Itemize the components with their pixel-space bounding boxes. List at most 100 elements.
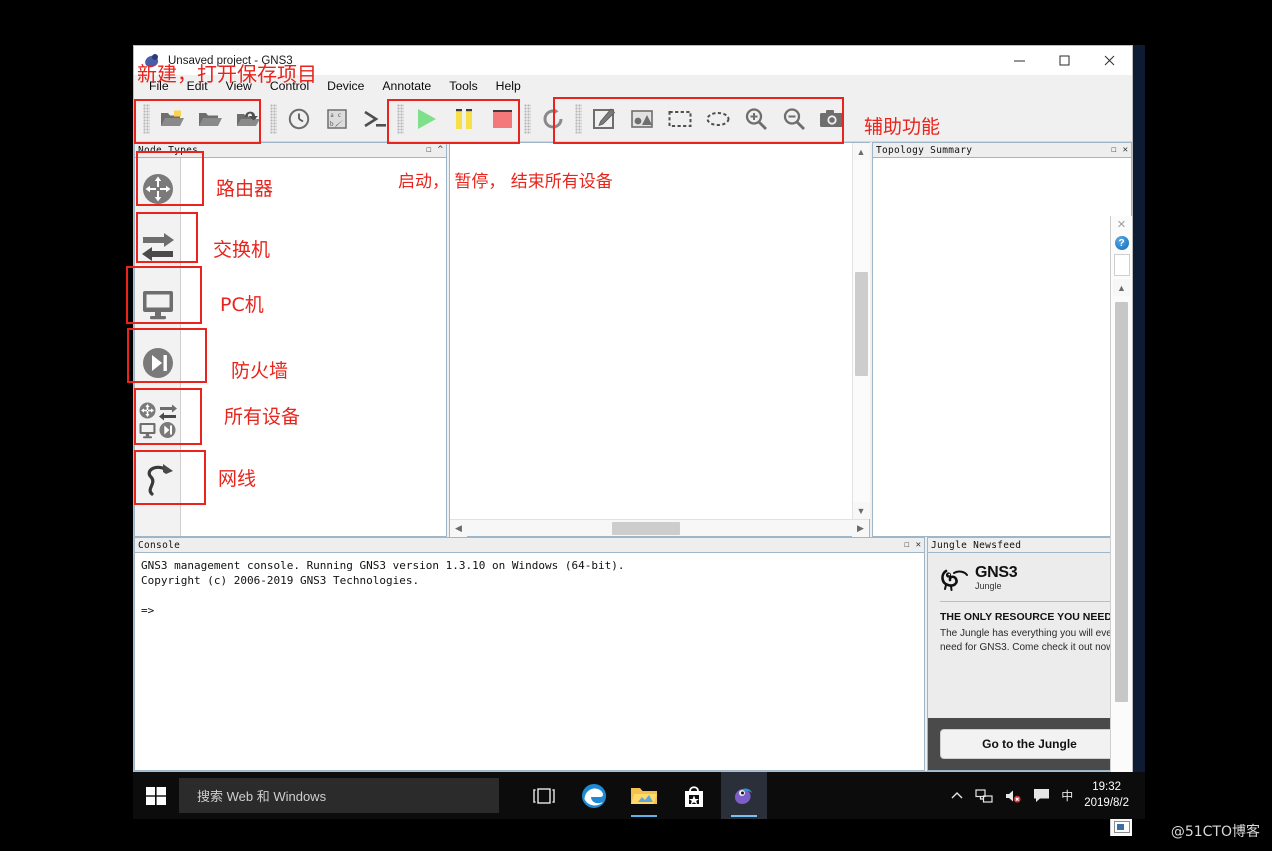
tray-ime[interactable]: 中 — [1061, 787, 1073, 804]
menu-view[interactable]: View — [217, 77, 261, 95]
tray-network[interactable] — [975, 788, 993, 804]
start-all-icon[interactable] — [407, 102, 445, 136]
action-center-icon — [1034, 789, 1050, 802]
node-switches[interactable] — [136, 218, 180, 276]
console-output[interactable]: GNS3 management console. Running GNS3 ve… — [134, 552, 925, 771]
tray-action-center[interactable] — [1033, 788, 1050, 803]
screenshot-edit-icon[interactable]: a c b — [318, 102, 356, 136]
topology-canvas[interactable] — [450, 143, 852, 519]
canvas-hscroll-thumb[interactable] — [612, 521, 680, 535]
zoom-out-icon[interactable] — [775, 102, 813, 136]
taskbar-store[interactable] — [671, 772, 717, 819]
canvas-scroll-right-arrow[interactable]: ▶ — [852, 519, 869, 537]
minimize-button[interactable] — [997, 46, 1042, 75]
logo-text: GNS3 Jungle — [975, 565, 1018, 591]
taskbar-buttons — [521, 772, 767, 819]
node-routers[interactable] — [136, 160, 180, 218]
stop-all-icon[interactable] — [483, 102, 521, 136]
toolbar-grip-1[interactable] — [143, 104, 150, 134]
upper-region: Node Types ☐ ^ ▲ ▼ ◀ ▶ Topology Summary … — [134, 142, 1132, 537]
strip-panel-box[interactable] — [1113, 254, 1130, 276]
canvas-hscroll-track[interactable] — [467, 520, 852, 537]
canvas-scroll-down-arrow[interactable]: ▼ — [852, 502, 870, 519]
restore-icon[interactable]: ☐ — [904, 540, 909, 550]
canvas-vertical-scrollbar[interactable]: ▲ ▼ — [852, 143, 870, 519]
task-view-button[interactable] — [521, 772, 567, 819]
insert-image-icon[interactable] — [623, 102, 661, 136]
canvas-vscroll-thumb[interactable] — [854, 272, 868, 376]
window-body: Node Types ☐ ^ ▲ ▼ ◀ ▶ Topology Summary … — [134, 142, 1132, 836]
toolbar-grip-2[interactable] — [270, 104, 277, 134]
taskbar-edge[interactable] — [571, 772, 617, 819]
newsfeed-card: GNS3 Jungle THE ONLY RESOURCE YOU NEED T… — [928, 553, 1131, 718]
go-to-jungle-button[interactable]: Go to the Jungle — [940, 729, 1119, 759]
menu-file[interactable]: File — [140, 77, 178, 95]
canvas-scroll-up-arrow[interactable]: ▲ — [852, 143, 870, 160]
switch-icon — [141, 233, 174, 261]
minimize-panel-icon[interactable] — [1113, 821, 1130, 833]
add-note-icon[interactable] — [585, 102, 623, 136]
gns3-jungle-logo: GNS3 Jungle — [940, 565, 1119, 591]
chameleon-icon — [941, 569, 968, 591]
windows-start-icon[interactable] — [133, 772, 179, 819]
gns3-app-icon — [143, 53, 160, 69]
canvas-horizontal-scrollbar[interactable]: ◀ ▶ — [450, 519, 869, 537]
suspend-all-icon[interactable] — [445, 102, 483, 136]
canvas-scroll-left-arrow[interactable]: ◀ — [450, 519, 467, 537]
topology-canvas-panel: ▲ ▼ ◀ ▶ — [449, 142, 870, 537]
tray-volume[interactable] — [1004, 788, 1022, 804]
tray-show-hidden[interactable] — [950, 789, 964, 803]
strip-scroll-up-arrow[interactable]: ▲ — [1113, 279, 1130, 296]
node-end-devices[interactable] — [136, 276, 180, 334]
chevron-up-icon — [951, 791, 963, 798]
menu-annotate[interactable]: Annotate — [373, 77, 440, 95]
open-project-icon[interactable] — [191, 102, 229, 136]
save-project-icon[interactable] — [229, 102, 267, 136]
new-project-icon[interactable] — [153, 102, 191, 136]
system-tray: 中 19:32 2019/8/2 — [950, 780, 1145, 811]
reload-all-icon[interactable] — [534, 102, 572, 136]
task-view-icon — [533, 787, 555, 804]
newsfeed-body: GNS3 Jungle THE ONLY RESOURCE YOU NEED T… — [927, 552, 1132, 771]
taskbar-gns3[interactable] — [721, 772, 767, 819]
maximize-button[interactable] — [1042, 46, 1087, 75]
taskbar-search-input[interactable]: 搜索 Web 和 Windows — [179, 778, 499, 813]
strip-scroll-track[interactable] — [1111, 296, 1133, 804]
toolbar-grip-3[interactable] — [397, 104, 404, 134]
restore-icon[interactable]: ☐ — [426, 145, 431, 155]
node-security-devices[interactable] — [136, 334, 180, 392]
close-icon[interactable]: ✕ — [1123, 145, 1128, 155]
screenshot-camera-icon[interactable] — [813, 102, 851, 136]
jungle-newsfeed-dock: Jungle Newsfeed ☐ — [927, 537, 1132, 771]
help-icon[interactable]: ? — [1114, 236, 1129, 250]
toolbar-grip-5[interactable] — [575, 104, 582, 134]
strip-scroll-thumb[interactable] — [1114, 302, 1128, 702]
toolbar-grip-4[interactable] — [524, 104, 531, 134]
pc-icon — [142, 291, 173, 320]
node-types-list[interactable] — [181, 158, 446, 536]
draw-ellipse-icon[interactable] — [699, 102, 737, 136]
draw-rectangle-icon[interactable] — [661, 102, 699, 136]
menu-help[interactable]: Help — [487, 77, 530, 95]
close-icon[interactable]: ✕ — [1117, 218, 1126, 231]
right-strip-scrollbar[interactable]: ▲ ▼ — [1111, 279, 1133, 821]
taskbar-file-explorer[interactable] — [621, 772, 667, 819]
menu-device[interactable]: Device — [318, 77, 373, 95]
console-prompt-icon[interactable] — [356, 102, 394, 136]
chevron-up-icon[interactable]: ^ — [438, 145, 443, 155]
zoom-in-icon[interactable] — [737, 102, 775, 136]
node-add-link[interactable] — [136, 450, 180, 508]
taskbar-clock[interactable]: 19:32 2019/8/2 — [1084, 780, 1135, 811]
canvas-vscroll-track[interactable] — [852, 160, 870, 502]
node-all-devices[interactable] — [136, 392, 180, 450]
restore-icon[interactable]: ☐ — [1111, 145, 1116, 155]
topology-summary-body[interactable] — [872, 157, 1132, 537]
menu-edit[interactable]: Edit — [178, 77, 217, 95]
close-icon[interactable]: ✕ — [916, 540, 921, 550]
gns3-icon — [734, 788, 752, 804]
close-button[interactable] — [1087, 46, 1132, 75]
menu-control[interactable]: Control — [261, 77, 318, 95]
snapshot-clock-icon[interactable] — [280, 102, 318, 136]
edge-icon — [582, 783, 606, 808]
menu-tools[interactable]: Tools — [440, 77, 486, 95]
